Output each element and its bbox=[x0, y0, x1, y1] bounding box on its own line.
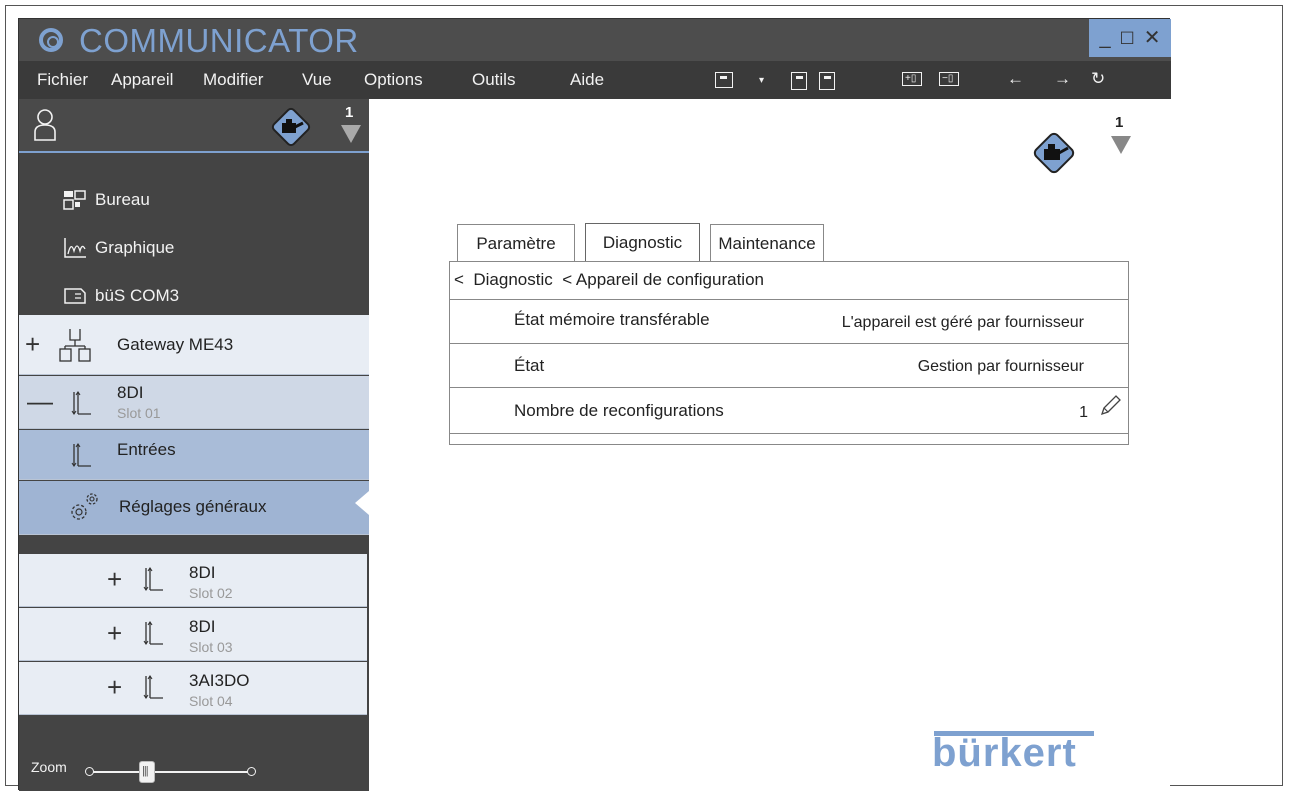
io-module-icon bbox=[71, 391, 91, 415]
nav-bureau-label: Bureau bbox=[95, 190, 150, 209]
diagnostic-panel: < Diagnostic < Appareil de configuration… bbox=[449, 261, 1129, 445]
device-dropdown-icon[interactable] bbox=[1111, 136, 1131, 154]
dropdown-caret-icon[interactable]: ▾ bbox=[759, 75, 764, 86]
tree-child-label: 3AI3DO bbox=[189, 671, 250, 690]
io-module-icon bbox=[71, 443, 91, 467]
tree-module-slot-04[interactable]: + 3AI3DO Slot 04 bbox=[19, 662, 367, 715]
tree-child-label: 8DI bbox=[189, 563, 216, 582]
graph-icon bbox=[64, 238, 86, 258]
user-icon[interactable] bbox=[33, 108, 57, 142]
param-label: État bbox=[514, 356, 545, 375]
param-value: L'appareil est géré par fournisseur bbox=[841, 314, 1084, 331]
main-content: 1 Paramètre Diagnostic Maintenance < Dia… bbox=[369, 99, 1170, 790]
tree-child-label: 8DI bbox=[189, 617, 216, 636]
io-module-icon bbox=[143, 621, 163, 645]
selection-pointer-icon bbox=[355, 491, 369, 515]
window-controls: _ ☐ ✕ bbox=[1089, 19, 1171, 57]
device-count: 1 bbox=[1115, 114, 1124, 131]
expand-icon[interactable]: + bbox=[107, 566, 122, 592]
tree-child-slot: Slot 04 bbox=[189, 693, 233, 709]
forward-arrow-icon[interactable]: → bbox=[1054, 69, 1071, 89]
menu-outils[interactable]: Outils bbox=[472, 70, 515, 90]
menu-bar: Fichier Appareil Modifier Vue Options Ou… bbox=[19, 61, 1171, 99]
menu-fichier[interactable]: Fichier bbox=[37, 70, 88, 90]
tree-module-slot-02[interactable]: + 8DI Slot 02 bbox=[19, 554, 367, 607]
add-device-icon[interactable]: +▯ bbox=[902, 72, 922, 86]
save-as-icon[interactable] bbox=[819, 72, 835, 90]
breadcrumb[interactable]: < Diagnostic < Appareil de configuration bbox=[454, 270, 764, 290]
tab-maintenance[interactable]: Maintenance bbox=[710, 224, 824, 262]
collapse-icon[interactable]: — bbox=[27, 388, 53, 414]
app-title: COMMUNICATOR bbox=[79, 22, 359, 59]
expand-icon[interactable]: + bbox=[107, 620, 122, 646]
tree-entrees[interactable]: Entrées bbox=[19, 430, 369, 480]
refresh-icon[interactable]: ↻ bbox=[1091, 69, 1105, 89]
expand-icon[interactable]: + bbox=[107, 674, 122, 700]
io-module-icon bbox=[143, 567, 163, 591]
tree-module-label: 8DI bbox=[117, 383, 144, 402]
menu-modifier[interactable]: Modifier bbox=[203, 70, 263, 90]
device-dropdown-icon[interactable] bbox=[341, 125, 361, 143]
menu-options[interactable]: Options bbox=[364, 70, 423, 90]
menu-vue[interactable]: Vue bbox=[302, 70, 332, 90]
param-label: Nombre de reconfigurations bbox=[514, 401, 724, 420]
app-window: COMMUNICATOR _ ☐ ✕ Fichier Appareil Modi… bbox=[18, 18, 1171, 791]
device-badge-icon[interactable] bbox=[1032, 131, 1076, 175]
tree-module-slot: Slot 01 bbox=[117, 405, 161, 421]
param-value: 1 bbox=[1079, 404, 1088, 421]
nav-bus-com3[interactable]: büS COM3 bbox=[63, 281, 179, 311]
bus-port-icon bbox=[64, 288, 86, 304]
tab-parametre[interactable]: Paramètre bbox=[457, 224, 575, 262]
zoom-control: Zoom bbox=[19, 751, 369, 791]
user-row: 1 bbox=[19, 99, 369, 153]
title-bar: COMMUNICATOR _ ☐ ✕ bbox=[19, 19, 1171, 61]
tab-diagnostic[interactable]: Diagnostic bbox=[585, 223, 700, 262]
settings-gears-icon bbox=[71, 493, 98, 520]
nav-graphique-label: Graphique bbox=[95, 238, 175, 257]
device-badge-icon[interactable] bbox=[271, 107, 311, 147]
communicator-logo-icon bbox=[39, 28, 63, 52]
zoom-track[interactable] bbox=[89, 771, 249, 773]
tree-reglages-label: Réglages généraux bbox=[119, 497, 267, 516]
menu-appareil[interactable]: Appareil bbox=[111, 70, 173, 90]
save-icon[interactable] bbox=[791, 72, 807, 90]
zoom-slider-thumb[interactable] bbox=[139, 761, 155, 783]
close-button[interactable]: ✕ bbox=[1144, 28, 1161, 48]
minimize-button[interactable]: _ bbox=[1099, 28, 1110, 48]
maximize-button[interactable]: ☐ bbox=[1120, 30, 1135, 47]
tree-reglages-generaux[interactable]: Réglages généraux bbox=[19, 481, 369, 535]
param-row: État Gestion par fournisseur bbox=[450, 344, 1128, 388]
tree-child-slot: Slot 02 bbox=[189, 585, 233, 601]
menu-aide[interactable]: Aide bbox=[570, 70, 604, 90]
tree-gateway-label: Gateway ME43 bbox=[117, 335, 234, 354]
tree-module-slot-01[interactable]: — 8DI Slot 01 bbox=[19, 376, 369, 429]
param-row: État mémoire transférable L'appareil est… bbox=[450, 300, 1128, 344]
tree-gateway[interactable]: + Gateway ME43 bbox=[19, 315, 369, 375]
expand-icon[interactable]: + bbox=[25, 331, 40, 357]
tree-entrees-label: Entrées bbox=[117, 440, 176, 459]
param-value: Gestion par fournisseur bbox=[917, 358, 1084, 375]
tree-module-slot-03[interactable]: + 8DI Slot 03 bbox=[19, 608, 367, 661]
zoom-label: Zoom bbox=[31, 759, 67, 775]
nav-bureau[interactable]: Bureau bbox=[63, 185, 150, 215]
param-label: État mémoire transférable bbox=[514, 310, 710, 329]
param-row[interactable]: Nombre de reconfigurations 1 bbox=[450, 388, 1128, 434]
device-count: 1 bbox=[345, 104, 354, 121]
io-module-icon bbox=[143, 675, 163, 699]
zoom-min-icon bbox=[85, 767, 94, 776]
remove-device-icon[interactable]: −▯ bbox=[939, 72, 959, 86]
tree-child-slot: Slot 03 bbox=[189, 639, 233, 655]
device-card-icon[interactable] bbox=[715, 72, 733, 88]
breadcrumb-row: < Diagnostic < Appareil de configuration bbox=[450, 262, 1128, 300]
edit-pencil-icon[interactable] bbox=[1098, 392, 1124, 418]
burkert-logo: bürkert bbox=[932, 731, 1077, 775]
nav-bus-com3-label: büS COM3 bbox=[95, 286, 180, 305]
zoom-max-icon bbox=[247, 767, 256, 776]
back-arrow-icon[interactable]: ← bbox=[1007, 69, 1024, 89]
desktop-icon bbox=[63, 190, 86, 210]
sidebar: 1 Bureau Graphique büS COM3 + Gateway ME… bbox=[19, 99, 369, 791]
gateway-icon bbox=[59, 329, 91, 362]
nav-graphique[interactable]: Graphique bbox=[63, 233, 174, 263]
